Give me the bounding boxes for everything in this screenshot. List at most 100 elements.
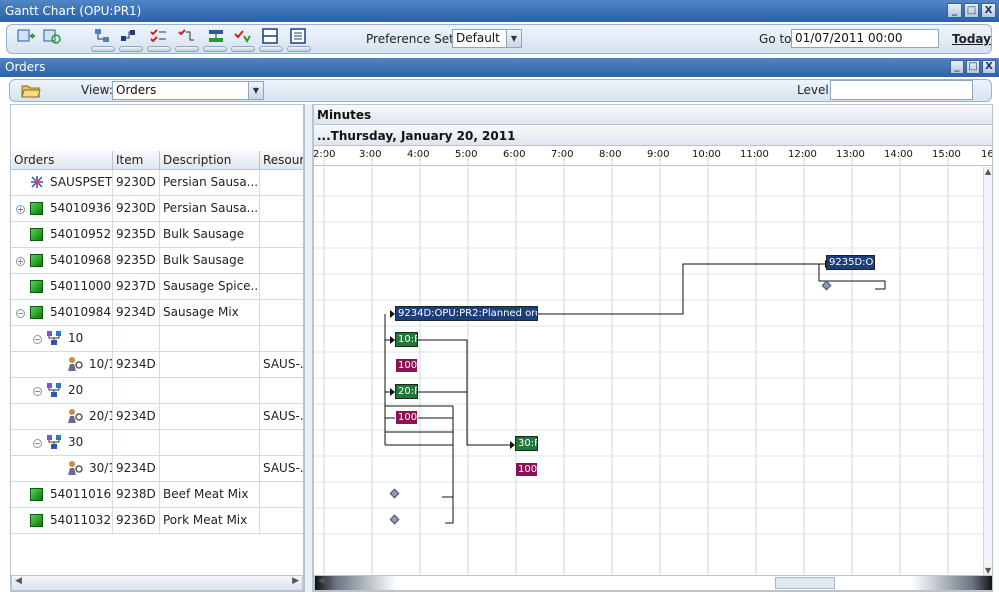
- refresh-icon[interactable]: [41, 27, 63, 45]
- chevron-down-icon[interactable]: ▼: [506, 30, 521, 47]
- collapse-row-icon[interactable]: −: [33, 387, 42, 396]
- view-select[interactable]: Orders ▼: [112, 81, 264, 100]
- resource-order-cell: 30/1: [86, 456, 113, 482]
- operation-cell: 10: [65, 326, 113, 352]
- today-link[interactable]: Today: [952, 32, 991, 46]
- operation-bar-20[interactable]: 20:F: [395, 384, 418, 399]
- goto-date-input[interactable]: 01/07/2011 00:00: [791, 29, 939, 48]
- collapse-row-icon[interactable]: −: [33, 439, 42, 448]
- scroll-left-icon[interactable]: ◀: [318, 576, 325, 586]
- item-cell: 9230D: [113, 196, 160, 222]
- close-button[interactable]: X: [981, 3, 996, 18]
- column-header-item[interactable]: Item: [113, 151, 160, 170]
- preference-set-select[interactable]: Default ▼: [452, 29, 522, 48]
- check-icon[interactable]: [231, 27, 253, 45]
- left-horizontal-scrollbar[interactable]: ◀ ▶: [11, 575, 303, 591]
- operation-cell: 30: [65, 430, 113, 456]
- gantt-grid: [314, 153, 984, 575]
- description-cell: [160, 456, 260, 482]
- operation-bar-10[interactable]: 10:F: [395, 332, 418, 347]
- table-row[interactable]: + 54010936 9230D Persian Sausa...: [11, 196, 303, 222]
- order-cube-icon: [30, 228, 43, 241]
- table-row[interactable]: + 54010968 9235D Bulk Sausage: [11, 248, 303, 274]
- table-row[interactable]: − 10: [11, 326, 303, 352]
- column-header-description[interactable]: Description: [160, 151, 260, 170]
- gantt-chart: Minutes ...Thursday, January 20, 2011 2:…: [313, 104, 993, 592]
- resource-order-cell: 20/1: [86, 404, 113, 430]
- open-folder-icon[interactable]: [20, 81, 42, 99]
- toolbar-pad[interactable]: [259, 46, 283, 52]
- gantt-horizontal-scrollbar[interactable]: ◀: [314, 575, 992, 591]
- scroll-left-icon[interactable]: ◀: [15, 576, 22, 586]
- expand-icon[interactable]: +: [16, 205, 25, 214]
- order-cell: 54010968: [47, 248, 113, 274]
- order-bar-9235d[interactable]: 9235D:O: [826, 255, 875, 270]
- scroll-up-icon[interactable]: ▲: [985, 167, 991, 176]
- table-header: Orders Item Description Resour: [11, 151, 303, 170]
- table-row[interactable]: 54011000 9237D Sausage Spice...: [11, 274, 303, 300]
- toolbar-pad[interactable]: [175, 46, 199, 52]
- column-header-resource[interactable]: Resour: [260, 151, 303, 170]
- checklist-icon[interactable]: [147, 27, 169, 45]
- minimize-button[interactable]: _: [947, 3, 962, 18]
- item-cell: 9237D: [113, 274, 160, 300]
- preference-set-value: Default: [456, 31, 500, 45]
- panel-close-button[interactable]: X: [982, 60, 996, 74]
- toolbar-pad[interactable]: [119, 46, 143, 52]
- quantity-bar-20[interactable]: 100: [395, 410, 418, 425]
- table-row[interactable]: 20/1 9234D SAUS-.: [11, 404, 303, 430]
- orders-panel-header: Orders _ □ X: [0, 58, 999, 77]
- scroll-right-icon[interactable]: ▶: [292, 576, 299, 586]
- gantt-vertical-scrollbar[interactable]: ▲ ▼: [983, 167, 992, 575]
- panel-minimize-button[interactable]: _: [950, 60, 964, 74]
- order-bar-9234d[interactable]: 9234D:OPU:PR2:Planned ord: [395, 306, 538, 321]
- table-row[interactable]: 54011032 9236D Pork Meat Mix: [11, 508, 303, 534]
- level-label: Level:: [797, 83, 833, 97]
- description-cell: Beef Meat Mix: [160, 482, 260, 508]
- order-cube-icon: [30, 202, 43, 215]
- collapse-row-icon[interactable]: −: [33, 335, 42, 344]
- network-icon[interactable]: [91, 27, 113, 45]
- quantity-bar-10[interactable]: 100: [395, 358, 418, 373]
- order-cell: 54010952: [47, 222, 113, 248]
- table-row[interactable]: SAUSPSET 9230D Persian Sausa...: [11, 170, 303, 196]
- expand-icon[interactable]: +: [16, 257, 25, 266]
- collapse-row-icon[interactable]: −: [16, 309, 25, 318]
- align-icon[interactable]: [205, 27, 227, 45]
- panel-restore-button[interactable]: □: [966, 60, 980, 74]
- table-row[interactable]: − 20: [11, 378, 303, 404]
- toolbar-pad[interactable]: [91, 46, 115, 52]
- item-cell: 9234D: [113, 300, 160, 326]
- item-cell: 9235D: [113, 222, 160, 248]
- table-row[interactable]: 54010952 9235D Bulk Sausage: [11, 222, 303, 248]
- table-row[interactable]: 30/1 9234D SAUS-.: [11, 456, 303, 482]
- link-icon[interactable]: [117, 27, 139, 45]
- table-row[interactable]: 54011016 9238D Beef Meat Mix: [11, 482, 303, 508]
- view-label: View:: [81, 83, 113, 97]
- column-header-orders[interactable]: Orders: [11, 151, 113, 170]
- description-cell: Sausage Mix: [160, 300, 260, 326]
- pane-splitter[interactable]: [304, 104, 313, 592]
- table-row[interactable]: 10/1 9234D SAUS-.: [11, 352, 303, 378]
- view-toolbar: View: Orders ▼ Level:: [9, 79, 992, 102]
- scroll-down-icon[interactable]: ▼: [985, 566, 991, 575]
- description-cell: Sausage Spice...: [160, 274, 260, 300]
- toolbar-pad[interactable]: [147, 46, 171, 52]
- chevron-down-icon[interactable]: ▼: [248, 82, 263, 99]
- level-input[interactable]: [830, 80, 973, 100]
- collapse-icon[interactable]: [259, 27, 281, 45]
- toolbar-pad[interactable]: [203, 46, 227, 52]
- add-order-icon[interactable]: [15, 27, 37, 45]
- toolbar-pad[interactable]: [231, 46, 255, 52]
- list-icon[interactable]: [287, 27, 309, 45]
- quantity-bar-30[interactable]: 100: [515, 462, 538, 477]
- scroll-thumb[interactable]: [775, 577, 835, 589]
- description-cell: [160, 352, 260, 378]
- operation-bar-30[interactable]: 30:F: [515, 436, 538, 451]
- table-row[interactable]: − 30: [11, 430, 303, 456]
- toolbar-pad[interactable]: [287, 46, 311, 52]
- maximize-button[interactable]: □: [964, 3, 979, 18]
- window-title: Gantt Chart (OPU:PR1): [5, 4, 142, 18]
- table-row[interactable]: − 54010984 9234D Sausage Mix: [11, 300, 303, 326]
- flow-icon[interactable]: [175, 27, 197, 45]
